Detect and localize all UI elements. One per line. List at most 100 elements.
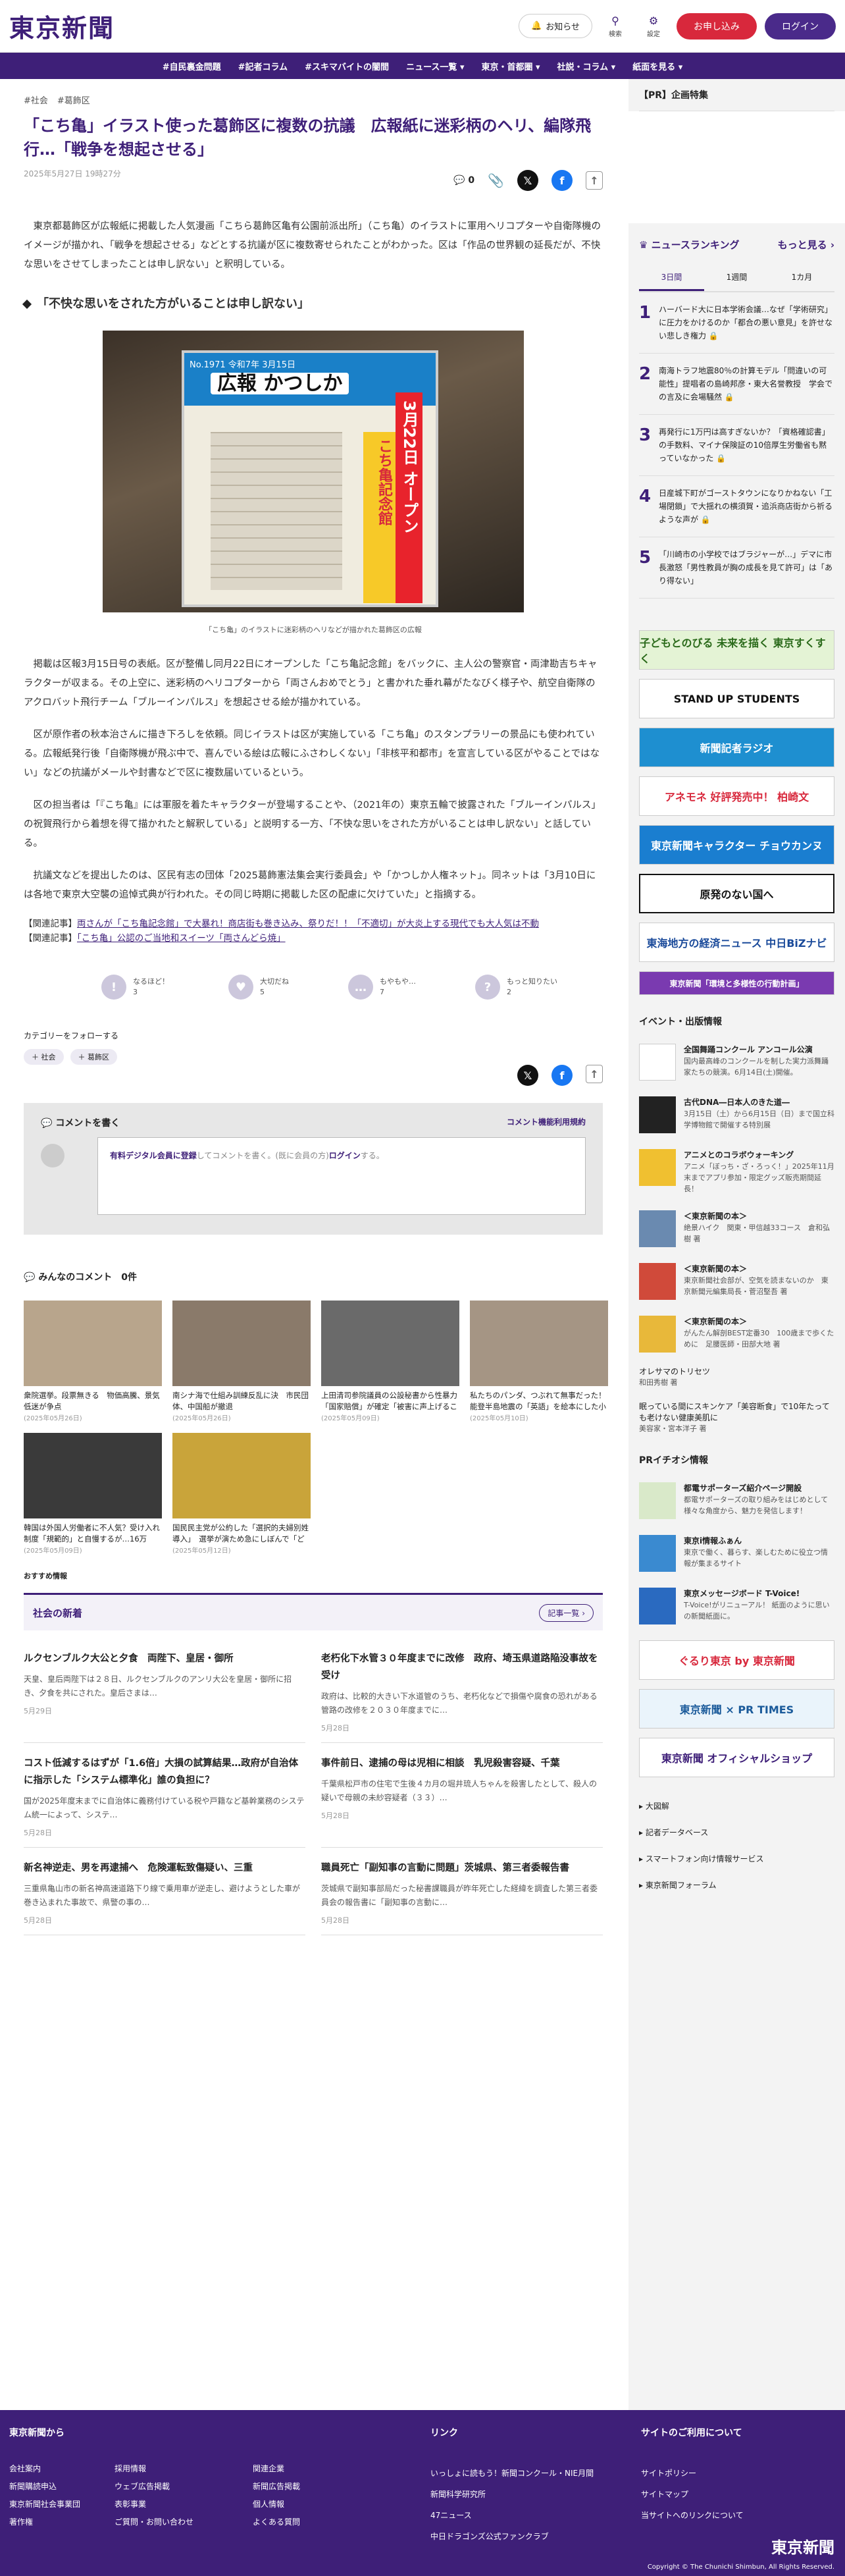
comment-input[interactable]: 有料デジタル会員に登録してコメントを書く。(既に会員の方)ログインする。 [97,1137,586,1215]
footer-link[interactable]: 47ニュース [430,2505,641,2526]
banner[interactable]: 東京新聞「環境と多様性の行動計画」 [639,971,834,995]
nav-item[interactable]: 社説・コラム ▾ [557,60,616,72]
footer-link[interactable]: いっしょに読もう！新聞コンクール・NIE月間 [430,2463,641,2484]
grid-item[interactable]: 南シナ海で仕組み訓練反乱に決 市民団体、中国船が撤退 (2025年05月26日) [172,1301,311,1422]
book-item[interactable]: 眠っている間にスキンケア「美容断食」で10年たっても老けない健康美肌に 美容家・宮… [639,1401,834,1434]
side-link[interactable]: ▸ 記者データベース [639,1819,834,1846]
ranking-tab[interactable]: 1週間 [704,265,769,291]
facebook-share-icon[interactable]: f [551,1065,573,1086]
event-item[interactable]: ＜東京新聞の本＞ がんたん解剖BEST定番30 100歳まで歩くために 足腰医師・… [639,1316,834,1353]
footer-link[interactable]: 新聞購読申込 [9,2481,115,2492]
x-share-icon[interactable]: 𝕏 [517,1065,538,1086]
pr-item[interactable]: 都電サポーターズ紹介ページ開設 都電サポーターズの取り組みをはじめとして様々な角度… [639,1482,834,1519]
ranking-item[interactable]: 5 「川崎市の小学校ではブラジャーが…」デマに市長激怒「男性教員が胸の成長を見て許… [639,537,834,599]
search-button[interactable]: ⚲ 検索 [600,14,630,38]
banner[interactable]: 新聞記者ラジオ [639,728,834,767]
ranking-item[interactable]: 3 再発行に1万円は高すぎないか？「資格確認書」の手数料、マイナ保険証の10倍厚生… [639,415,834,476]
nav-item[interactable]: 紙面を見る ▾ [632,60,682,72]
grid-item[interactable]: 上田清司参院議員の公設秘書から性暴力「国家賠償」が確定「被害に声上げることため…… [321,1301,459,1422]
comment-count[interactable]: 💬 0 [453,175,474,186]
footer-link[interactable]: 関連企業 [253,2463,371,2474]
news-item[interactable]: 事件前日、逮捕の母は児相に相談 乳児殺害容疑、千葉 千葉県松戸市の住宅で生後４カ月… [321,1755,603,1848]
event-item[interactable]: 古代DNA―日本人のきた道― 3月15日（土）から6月15日（日）まで国立科学博物… [639,1096,834,1133]
tag-link[interactable]: #社会 [24,94,48,106]
follow-tag[interactable]: ＋ 葛飾区 [70,1049,117,1065]
x-share-icon[interactable]: 𝕏 [517,170,538,191]
reaction-button[interactable]: ♥ 大切だね 5 [228,975,289,1000]
pr-item[interactable]: 東京メッセージボード T-Voice! T-Voice!がリニューアル！ 紙面のよ… [639,1588,834,1624]
follow-tag[interactable]: ＋ 社会 [24,1049,64,1065]
nav-item[interactable]: #自民裏金問題 [163,60,221,72]
footer-link[interactable]: 会社案内 [9,2463,115,2474]
more-link[interactable]: 記事一覧 › [539,1603,594,1622]
share-icon[interactable]: ↑ [586,171,603,190]
banner[interactable]: アネモネ 好評発売中！ 柏崎文 [639,776,834,816]
banner[interactable]: 子どもとのびる 未来を描く 東京すくすく [639,630,834,670]
ranking-item[interactable]: 1 ハーバード大に日本学術会議…なぜ「学術研究」に圧力をかけるのか「都合の悪い意見… [639,292,834,354]
pr-item[interactable]: 東京i情報ふぁん 東京で働く、暮らす、楽しむために役立つ情報が集まるサイト [639,1535,834,1572]
facebook-share-icon[interactable]: f [551,170,573,191]
ranking-tab[interactable]: 1カ月 [769,265,834,291]
reaction-button[interactable]: … もやもや… 7 [348,975,416,1000]
banner[interactable]: 東京新聞 オフィシャルショップ [639,1738,834,1777]
book-item[interactable]: オレサマのトリセツ 和田秀樹 著 [639,1366,834,1387]
banner[interactable]: 原発のない国へ [639,874,834,913]
nav-item[interactable]: #スキマバイトの闇間 [305,60,389,72]
nav-item[interactable]: 東京・首都圏 ▾ [481,60,540,72]
banner[interactable]: 東京新聞 × PR TIMES [639,1689,834,1729]
event-item[interactable]: アニメとのコラボウォーキング アニメ「ぼっち・ざ・ろっく！」2025年11月末まで… [639,1149,834,1194]
footer-link[interactable]: サイトマップ [641,2484,744,2505]
footer-logo[interactable]: 東京新聞 [771,2535,834,2558]
banner[interactable]: STAND UP STUDENTS [639,679,834,718]
ranking-tab[interactable]: 3日間 [639,265,704,291]
login-button[interactable]: ログイン [765,13,836,40]
settings-button[interactable]: ⚙ 設定 [638,14,669,38]
footer-link[interactable]: 表彰事業 [115,2498,253,2509]
tag-link[interactable]: #葛飾区 [57,94,90,106]
footer-link[interactable]: サイトポリシー [641,2463,744,2484]
site-logo[interactable]: 東京新聞 [9,8,115,44]
news-item[interactable]: 老朽化下水管３０年度までに改修 政府、埼玉県道路陥没事故を受け 政府は、比較的大き… [321,1650,603,1743]
news-item[interactable]: ルクセンブルク大公と夕食 両陛下、皇居・御所 天皇、皇后両陛下は２８日、ルクセンブ… [24,1650,305,1743]
footer-link[interactable]: 個人情報 [253,2498,371,2509]
login-link[interactable]: ログイン [329,1151,361,1160]
banner[interactable]: ぐるり東京 by 東京新聞 [639,1640,834,1680]
notice-button[interactable]: 🔔 お知らせ [519,14,592,38]
clip-icon[interactable]: 📎 [488,173,504,188]
grid-item[interactable]: 国民民主党が公約した「選択的夫婦別姓導入」 選挙が演ため急にしぼんで「どっちつか… [172,1433,311,1555]
footer-link[interactable]: 新聞広告掲載 [253,2481,371,2492]
news-item[interactable]: 職員死亡「副知事の言動に問題」茨城県、第三者委報告書 茨城県で副知事部局だった秘書… [321,1860,603,1935]
footer-link[interactable]: 中日ドラゴンズ公式ファンクラブ [430,2526,641,2547]
grid-item[interactable]: 私たちのパンダ、つぶれて無事だった！ 能登半島地震の「英語」を絵本にした小学生 … [470,1301,608,1422]
ranking-item[interactable]: 4 日産城下町がゴーストタウンになりかねない「工場閉鎖」で大揺れの横須賀・追浜商店… [639,476,834,537]
banner[interactable]: 東京新聞キャラクター チョウカンヌ [639,825,834,865]
news-item[interactable]: コスト低減するはずが「1.6倍」大損の試算結果…政府が自治体に指示した「システム… [24,1755,305,1848]
side-link[interactable]: ▸ スマートフォン向け情報サービス [639,1846,834,1872]
footer-link[interactable]: 採用情報 [115,2463,253,2474]
share-icon[interactable]: ↑ [586,1065,603,1083]
banner[interactable]: 東海地方の経済ニュース 中日BiZナビ [639,923,834,962]
event-item[interactable]: ＜東京新聞の本＞ 絶景ハイク 関東・甲信越33コース 倉和弘樹 著 [639,1210,834,1247]
footer-link[interactable]: 当サイトへのリンクについて [641,2505,744,2526]
news-item[interactable]: 新名神逆走、男を再逮捕へ 危険運転致傷疑い、三重 三重県亀山市の新名神高速道路下り… [24,1860,305,1935]
ranking-more-link[interactable]: もっと見る › [778,238,834,252]
footer-link[interactable]: よくある質問 [253,2516,371,2527]
ranking-item[interactable]: 2 南海トラフ地震80％の計算モデル「問違いの可能性」提唱者の島崎邦彦・東大名誉教… [639,354,834,415]
subscribe-button[interactable]: お申し込み [677,13,757,40]
footer-link[interactable]: 東京新聞社会事業団 [9,2498,115,2509]
register-link[interactable]: 有料デジタル会員に登録 [110,1151,197,1160]
reaction-button[interactable]: ? もっと知りたい 2 [475,975,557,1000]
side-link[interactable]: ▸ 東京新聞フォーラム [639,1872,834,1898]
side-link[interactable]: ▸ 大図解 [639,1793,834,1819]
footer-link[interactable]: ご質問・お問い合わせ [115,2516,253,2527]
nav-item[interactable]: ニュース一覧 ▾ [406,60,464,72]
comment-rule-link[interactable]: コメント機能利用規約 [507,1116,586,1129]
grid-item[interactable]: 衆院選挙。段票無きる 物価高騰、景気低迷が争点 (2025年05月26日) [24,1301,162,1422]
nav-item[interactable]: #記者コラム [238,60,288,72]
grid-item[interactable]: 韓国は外国人労働者に不人気？受け入れ制度「規範的」と自慢するが…16万5000人… [24,1433,162,1555]
footer-link[interactable]: 新聞科学研究所 [430,2484,641,2505]
event-item[interactable]: ＜東京新聞の本＞ 東京新聞社会部が、空気を読まないのか 東京新聞元編集局長・菅沼堅… [639,1263,834,1300]
footer-link[interactable]: 著作権 [9,2516,115,2527]
reaction-button[interactable]: ! なるほど！ 3 [101,975,169,1000]
event-item[interactable]: 全国舞踊コンクール アンコール公演 国内最高峰のコンクールを制した実力派舞踊家たち… [639,1044,834,1081]
